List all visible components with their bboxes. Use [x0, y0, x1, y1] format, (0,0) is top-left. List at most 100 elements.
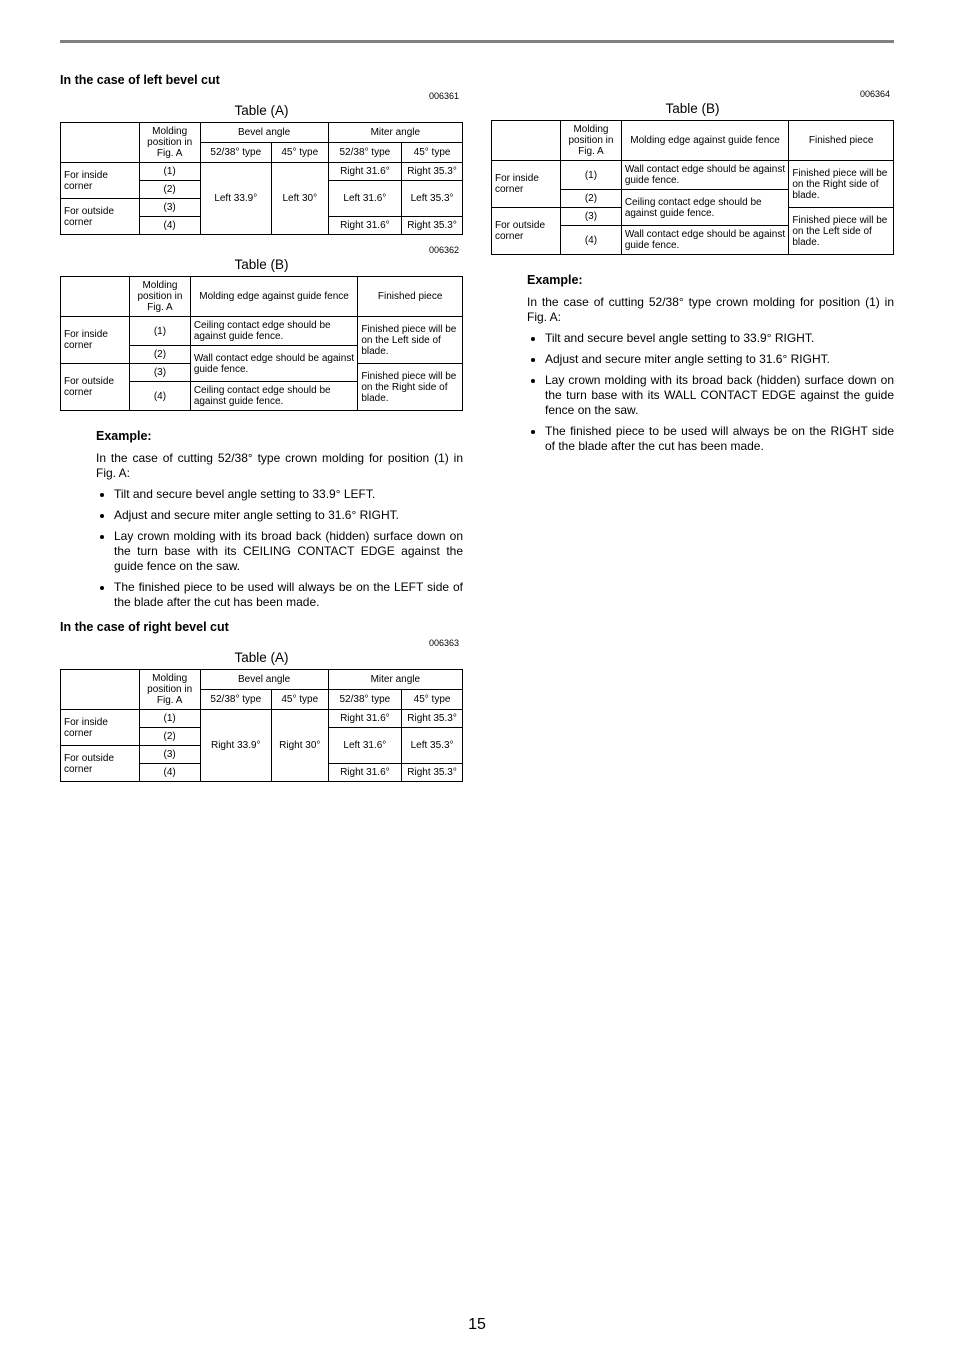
left-bullet-2: Adjust and secure miter angle setting to…	[114, 508, 463, 523]
left-example-intro: In the case of cutting 52/38° type crown…	[96, 451, 463, 481]
ta2-m4-45: Right 35.3°	[402, 764, 463, 782]
ta2-m2-5238: Left 31.6°	[328, 728, 401, 764]
right-bullet-2: Adjust and secure miter angle setting to…	[545, 352, 894, 367]
right-example-intro: In the case of cutting 52/38° type crown…	[527, 295, 894, 325]
ta2-m1-5238: Right 31.6°	[328, 710, 401, 728]
rtb-p3: (3)	[561, 208, 622, 226]
ta2-m2-45: Left 35.3°	[402, 728, 463, 764]
code-006364: 006364	[491, 89, 890, 99]
left-bullets: Tilt and secure bevel angle setting to 3…	[114, 487, 463, 610]
ta-p4: (4)	[139, 217, 200, 235]
top-rule	[60, 40, 894, 43]
left-example-heading: Example:	[96, 429, 463, 443]
right-table-b: Molding position in Fig. A Molding edge …	[491, 120, 894, 255]
rtb-f3: Finished piece will be on the Left side …	[789, 208, 894, 255]
tb-outside: For outside corner	[61, 364, 130, 411]
left-table-a: Molding position in Fig. A Bevel angle M…	[60, 122, 463, 235]
left-bullet-1: Tilt and secure bevel angle setting to 3…	[114, 487, 463, 502]
rtb-p4: (4)	[561, 226, 622, 255]
tb-e1: Ceiling contact edge should be against g…	[190, 317, 358, 346]
ta2-bevel-right30: Right 30°	[271, 710, 328, 782]
ta-p3: (3)	[139, 199, 200, 217]
rtb-h-pos: Molding position in Fig. A	[561, 121, 622, 161]
left-table-b: Molding position in Fig. A Molding edge …	[60, 276, 463, 411]
left-column: In the case of left bevel cut 006361 Tab…	[60, 67, 463, 782]
rtb-f1: Finished piece will be on the Right side…	[789, 161, 894, 208]
rtb-h-edge: Molding edge against guide fence	[621, 121, 789, 161]
tb-inside: For inside corner	[61, 317, 130, 364]
tb-p1: (1)	[130, 317, 191, 346]
rtb-p2: (2)	[561, 190, 622, 208]
right-bullet-3: Lay crown molding with its broad back (h…	[545, 373, 894, 418]
ta-m4-5238: Right 31.6°	[328, 217, 401, 235]
ta2-m1-45: Right 35.3°	[402, 710, 463, 728]
tb-h-fin: Finished piece	[358, 277, 463, 317]
ta-r-inside: For inside corner	[61, 163, 140, 199]
right-bullets: Tilt and secure bevel angle setting to 3…	[545, 331, 894, 454]
ta-h-bevel: Bevel angle	[200, 123, 328, 143]
code-006362: 006362	[60, 245, 459, 255]
ta-bevel-left30: Left 30°	[271, 163, 328, 235]
ta2-r-outside: For outside corner	[61, 746, 140, 782]
rtb-e4: Wall contact edge should be against guid…	[621, 226, 789, 255]
right-bullet-1: Tilt and secure bevel angle setting to 3…	[545, 331, 894, 346]
tb-e2: Wall contact edge should be against guid…	[190, 346, 358, 382]
ta-miter-5238: 52/38° type	[328, 143, 401, 163]
ta-m4-45: Right 35.3°	[402, 217, 463, 235]
tb-e4: Ceiling contact edge should be against g…	[190, 382, 358, 411]
code-006363: 006363	[60, 638, 459, 648]
ta2-p2: (2)	[139, 728, 200, 746]
ta-m1-45: Right 35.3°	[402, 163, 463, 181]
right-table-b-title: Table (B)	[491, 101, 894, 116]
tb-p4: (4)	[130, 382, 191, 411]
left-table-a2-title: Table (A)	[60, 650, 463, 665]
ta-h-molding: Molding position in Fig. A	[139, 123, 200, 163]
ta2-h-molding: Molding position in Fig. A	[139, 670, 200, 710]
ta-p2: (2)	[139, 181, 200, 199]
ta-m2-5238: Left 31.6°	[328, 181, 401, 217]
page-number: 15	[0, 1316, 954, 1334]
ta2-m4-5238: Right 31.6°	[328, 764, 401, 782]
code-006361: 006361	[60, 91, 459, 101]
tb-p2: (2)	[130, 346, 191, 364]
tb-h-edge: Molding edge against guide fence	[190, 277, 358, 317]
ta-r-outside: For outside corner	[61, 199, 140, 235]
ta-bevel-left339: Left 33.9°	[200, 163, 271, 235]
ta2-bevel-45: 45° type	[271, 690, 328, 710]
left-bullet-3: Lay crown molding with its broad back (h…	[114, 529, 463, 574]
rtb-h-fin: Finished piece	[789, 121, 894, 161]
left-table-a2: Molding position in Fig. A Bevel angle M…	[60, 669, 463, 782]
ta2-p3: (3)	[139, 746, 200, 764]
right-column: 006364 Table (B) Molding position in Fig…	[491, 67, 894, 782]
ta2-h-miter: Miter angle	[328, 670, 462, 690]
ta2-miter-45: 45° type	[402, 690, 463, 710]
right-example-heading: Example:	[527, 273, 894, 287]
tb-f3: Finished piece will be on the Right side…	[358, 364, 463, 411]
ta2-bevel-right339: Right 33.9°	[200, 710, 271, 782]
rtb-outside: For outside corner	[492, 208, 561, 255]
ta2-r-inside: For inside corner	[61, 710, 140, 746]
ta-bevel-45: 45° type	[271, 143, 328, 163]
tb-f1: Finished piece will be on the Left side …	[358, 317, 463, 364]
rtb-e2: Ceiling contact edge should be against g…	[621, 190, 789, 226]
rtb-p1: (1)	[561, 161, 622, 190]
ta-p1: (1)	[139, 163, 200, 181]
ta2-p1: (1)	[139, 710, 200, 728]
right-bullet-4: The finished piece to be used will alway…	[545, 424, 894, 454]
rtb-e1: Wall contact edge should be against guid…	[621, 161, 789, 190]
left-table-b-title: Table (B)	[60, 257, 463, 272]
table-a-title: Table (A)	[60, 103, 463, 118]
ta2-miter-5238: 52/38° type	[328, 690, 401, 710]
ta2-h-bevel: Bevel angle	[200, 670, 328, 690]
tb-h-pos: Molding position in Fig. A	[130, 277, 191, 317]
ta-m2-45: Left 35.3°	[402, 181, 463, 217]
tb-p3: (3)	[130, 364, 191, 382]
ta-miter-45: 45° type	[402, 143, 463, 163]
ta2-bevel-5238: 52/38° type	[200, 690, 271, 710]
heading-right-bevel: In the case of right bevel cut	[60, 620, 463, 634]
rtb-inside: For inside corner	[492, 161, 561, 208]
ta-m1-5238: Right 31.6°	[328, 163, 401, 181]
ta-bevel-5238: 52/38° type	[200, 143, 271, 163]
ta-h-miter: Miter angle	[328, 123, 462, 143]
left-bullet-4: The finished piece to be used will alway…	[114, 580, 463, 610]
